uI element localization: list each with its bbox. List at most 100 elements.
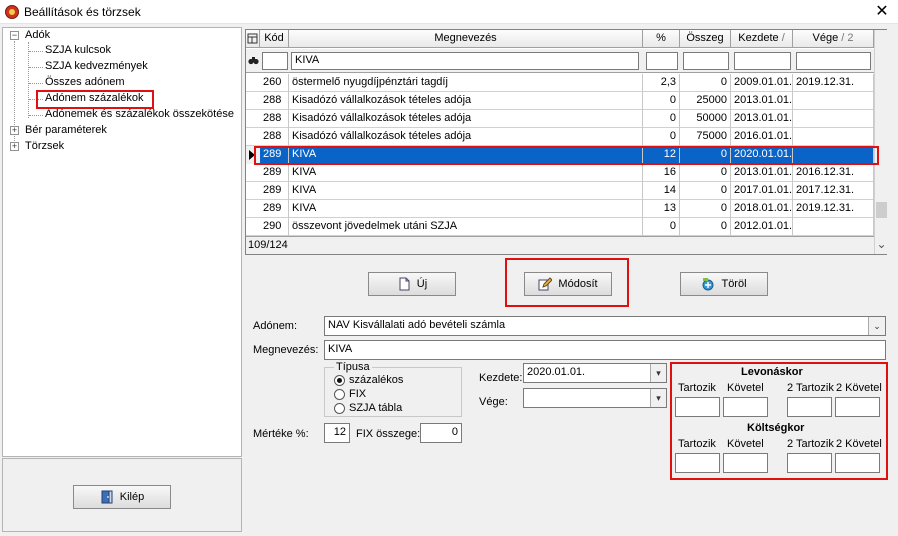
radio-szja-tabla-label: SZJA tábla <box>349 402 403 414</box>
col-2-tartozik: 2 Tartozik <box>787 438 834 450</box>
header-kod[interactable]: Kód <box>260 30 289 48</box>
cell-kod: 289 <box>260 200 289 218</box>
tree-node-szja-kedvezmenyek[interactable]: SZJA kedvezmények <box>45 60 148 72</box>
table-row[interactable]: 289 KIVA 13 0 2018.01.01. 2019.12.31. <box>246 200 874 218</box>
cell-megnevezes: Kisadózó vállalkozások tételes adója <box>289 92 643 110</box>
vege-date-field[interactable]: ▾ <box>523 388 667 408</box>
col-tartozik: Tartozik <box>678 382 716 394</box>
expand-icon[interactable]: + <box>10 142 19 151</box>
table-row[interactable]: 288 Kisadózó vállalkozások tételes adója 0… <box>246 128 874 146</box>
col-2-kovetel: 2 Követel <box>836 382 882 394</box>
header-pct[interactable]: % <box>643 30 680 48</box>
scroll-thumb[interactable] <box>876 202 887 218</box>
megnevezes-field[interactable]: KIVA <box>324 340 886 360</box>
table-row[interactable]: 289 KIVA 16 0 2013.01.01. 2016.12.31. <box>246 164 874 182</box>
column-chooser-icon[interactable] <box>246 30 260 48</box>
tree-node-adok[interactable]: Adók <box>25 29 50 41</box>
cell-vege: 2017.12.31. <box>793 182 874 200</box>
cell-kezdete: 2013.01.01. <box>731 92 793 110</box>
table-row[interactable]: 288 Kisadózó vállalkozások tételes adója 0… <box>246 110 874 128</box>
tree-node-ber-parameterek[interactable]: Bér paraméterek <box>25 124 107 136</box>
filter-megnevezes[interactable]: KIVA <box>291 52 639 70</box>
cell-pct: 0 <box>643 110 680 128</box>
filter-osszeg[interactable] <box>683 52 729 70</box>
table-row[interactable]: 260 östermelő nyugdíjpénztári tagdíj 2,3 0 2… <box>246 74 874 92</box>
koltsegkor-tartozik-field[interactable] <box>675 453 720 473</box>
filter-kod[interactable] <box>262 52 288 70</box>
cell-megnevezes: összevont jövedelmek utáni SZJA <box>289 218 643 236</box>
record-count: 109/124 <box>246 236 874 254</box>
header-kezdete[interactable]: Kezdete / <box>731 30 793 48</box>
col-kovetel: Követel <box>727 438 764 450</box>
levonaskor-tartozik-field[interactable] <box>675 397 720 417</box>
binoculars-icon <box>248 57 259 65</box>
header-megnevezes[interactable]: Megnevezés <box>289 30 643 48</box>
tree-node-szja-kulcsok[interactable]: SZJA kulcsok <box>45 44 111 56</box>
modify-highlight <box>505 258 629 307</box>
tree-node-osszekotes[interactable]: Adónemek és százalékok összekötése <box>45 108 234 120</box>
fix-osszege-label: FIX összege: <box>356 428 421 440</box>
cell-megnevezes: Kisadózó vállalkozások tételes adója <box>289 110 643 128</box>
sort-number: / 2 <box>841 32 854 44</box>
filter-pct[interactable] <box>646 52 678 70</box>
cell-kezdete: 2012.01.01. <box>731 218 793 236</box>
merteke-field[interactable]: 12 <box>324 423 350 443</box>
cell-kezdete: 2018.01.01. <box>731 200 793 218</box>
new-document-icon <box>399 277 410 291</box>
col-kovetel: Követel <box>727 382 764 394</box>
cell-vege: 2016.12.31. <box>793 164 874 182</box>
cell-osszeg: 50000 <box>680 110 731 128</box>
exit-button[interactable]: Kilép <box>73 485 171 509</box>
table-row[interactable]: 290 összevont jövedelmek utáni SZJA 0 0 2012… <box>246 218 874 236</box>
adonem-select[interactable]: NAV Kisvállalati adó bevételi számla ⌄ <box>324 316 886 336</box>
table-row[interactable]: 288 Kisadózó vállalkozások tételes adója 0… <box>246 92 874 110</box>
kezdete-date-field[interactable]: 2020.01.01. ▾ <box>523 363 667 383</box>
sort-marker: / <box>781 32 785 44</box>
cell-kod: 288 <box>260 92 289 110</box>
levonaskor-kovetel-field[interactable] <box>723 397 768 417</box>
radio-szazalekos[interactable] <box>334 375 345 386</box>
filter-vege[interactable] <box>796 52 871 70</box>
cell-osszeg: 0 <box>680 182 731 200</box>
filter-kezdete[interactable] <box>734 52 791 70</box>
table-row[interactable]: 289 KIVA 14 0 2017.01.01. 2017.12.31. <box>246 182 874 200</box>
scroll-down-icon[interactable]: ⌄ <box>875 238 888 252</box>
delete-button[interactable]: Töröl <box>680 272 768 296</box>
cell-vege <box>793 218 874 236</box>
header-osszeg[interactable]: Összeg <box>680 30 731 48</box>
cell-pct: 0 <box>643 218 680 236</box>
koltsegkor-2-kovetel-field[interactable] <box>835 453 880 473</box>
expand-icon[interactable]: + <box>10 126 19 135</box>
koltsegkor-kovetel-field[interactable] <box>723 453 768 473</box>
grid-scrollbar[interactable]: ⌄ <box>874 30 887 254</box>
close-icon[interactable]: ✕ <box>872 2 892 22</box>
header-vege[interactable]: Vége / 2 <box>793 30 874 48</box>
new-button[interactable]: Új <box>368 272 456 296</box>
cell-kod: 290 <box>260 218 289 236</box>
levonaskor-2-tartozik-field[interactable] <box>787 397 832 417</box>
cell-kod: 289 <box>260 182 289 200</box>
cell-megnevezes: Kisadózó vállalkozások tételes adója <box>289 128 643 146</box>
adonem-value: NAV Kisvállalati adó bevételi számla <box>328 319 506 331</box>
collapse-icon[interactable]: − <box>10 31 19 40</box>
kezdete-label: Kezdete: <box>479 372 523 384</box>
chevron-down-icon[interactable]: ⌄ <box>868 317 885 335</box>
cell-megnevezes: KIVA <box>289 200 643 218</box>
calendar-dropdown-icon[interactable]: ▾ <box>650 389 666 407</box>
radio-fix[interactable] <box>334 389 345 400</box>
tree-node-torzsek[interactable]: Törzsek <box>25 140 64 152</box>
merteke-label: Mértéke %: <box>253 428 309 440</box>
type-group-label: Típusa <box>334 361 372 373</box>
levonaskor-2-kovetel-field[interactable] <box>835 397 880 417</box>
radio-szja-tabla[interactable] <box>334 403 345 414</box>
levonaskor-heading: Levonáskor <box>741 366 803 378</box>
fix-osszege-field[interactable]: 0 <box>420 423 462 443</box>
left-bottom-panel: Kilép <box>2 458 242 532</box>
cell-osszeg: 0 <box>680 218 731 236</box>
cell-osszeg: 0 <box>680 200 731 218</box>
calendar-dropdown-icon[interactable]: ▾ <box>650 364 666 382</box>
cell-pct: 0 <box>643 128 680 146</box>
highlight-box <box>36 90 154 109</box>
tree-node-osszes-adonem[interactable]: Összes adónem <box>45 76 124 88</box>
koltsegkor-2-tartozik-field[interactable] <box>787 453 832 473</box>
